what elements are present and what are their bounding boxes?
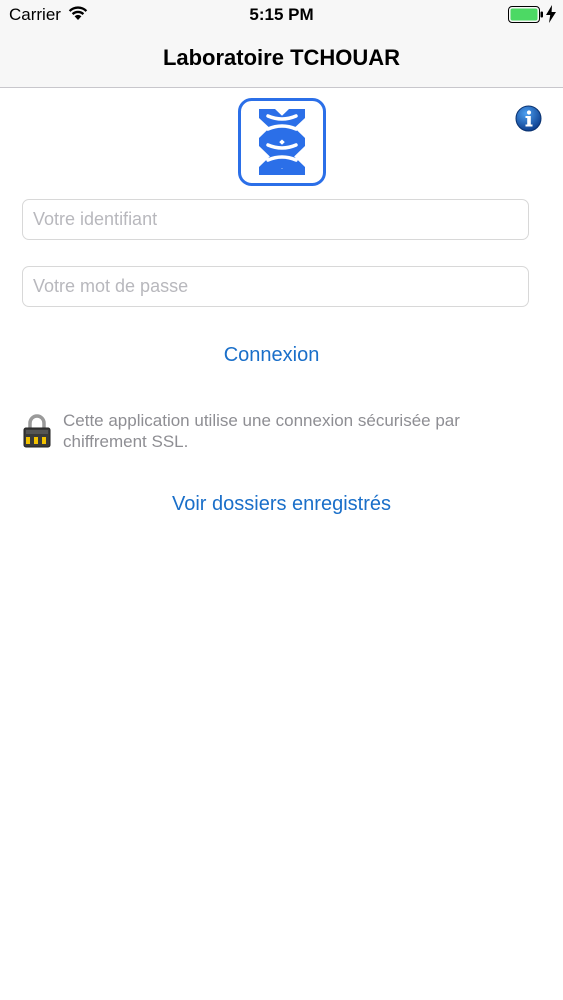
saved-records-link[interactable]: Voir dossiers enregistrés	[0, 493, 563, 516]
dna-helix-icon	[238, 98, 326, 186]
username-field[interactable]	[22, 199, 529, 240]
info-icon[interactable]	[515, 105, 542, 132]
ssl-notice: Cette application utilise une connexion …	[63, 411, 460, 451]
navigation-bar: Laboratoire TCHOUAR	[0, 30, 563, 88]
password-field[interactable]	[22, 266, 529, 307]
page-title: Laboratoire TCHOUAR	[162, 45, 401, 70]
login-button[interactable]: Connexion	[0, 344, 553, 367]
charging-bolt-icon	[546, 5, 556, 23]
battery-icon	[508, 6, 543, 23]
padlock-icon	[23, 414, 51, 448]
clock: 5:15 PM	[249, 5, 314, 24]
status-bar: Carrier 5:15 PM	[0, 0, 563, 30]
